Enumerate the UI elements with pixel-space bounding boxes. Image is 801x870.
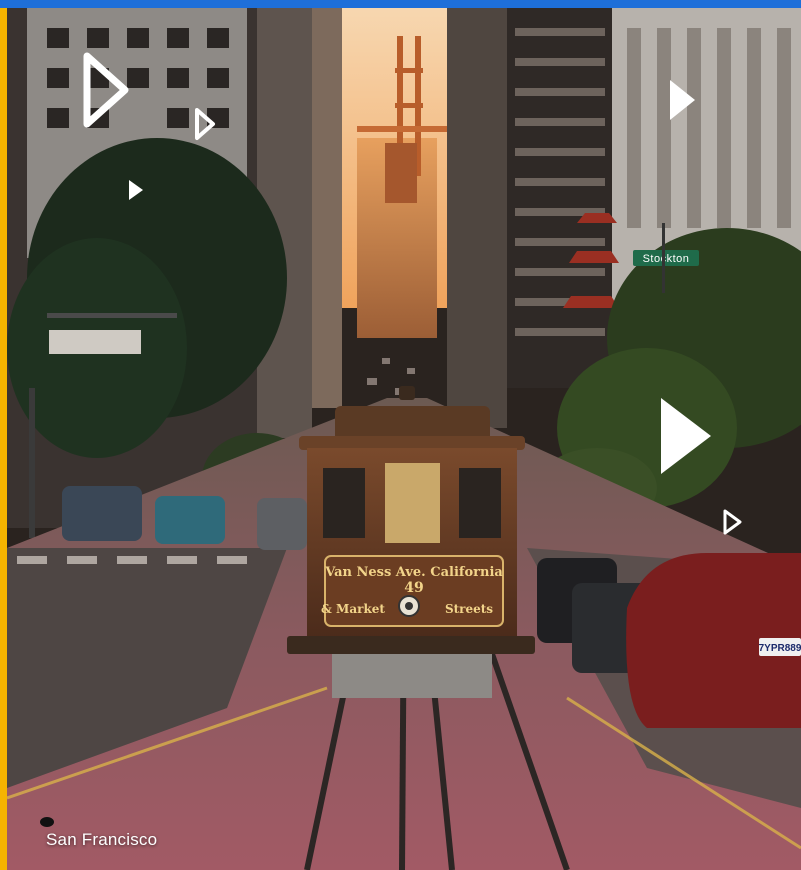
left-accent-bar	[0, 8, 7, 870]
photo-card: Stockton 7YPR889 Van Ness Ave. Californi…	[0, 0, 801, 870]
play-icon-tiny[interactable]	[129, 180, 143, 200]
play-icon-medium[interactable]	[670, 80, 695, 120]
top-accent-bar	[0, 0, 801, 8]
play-icon-large[interactable]	[661, 398, 711, 474]
play-outline-icon-small[interactable]	[195, 108, 215, 140]
caption-dot	[40, 817, 54, 827]
play-outline-icon-right[interactable]	[723, 509, 742, 535]
photo-scene: Stockton 7YPR889 Van Ness Ave. Californi…	[7, 8, 801, 870]
photo-caption: San Francisco	[46, 830, 158, 849]
play-outline-icon-large[interactable]	[83, 52, 129, 128]
